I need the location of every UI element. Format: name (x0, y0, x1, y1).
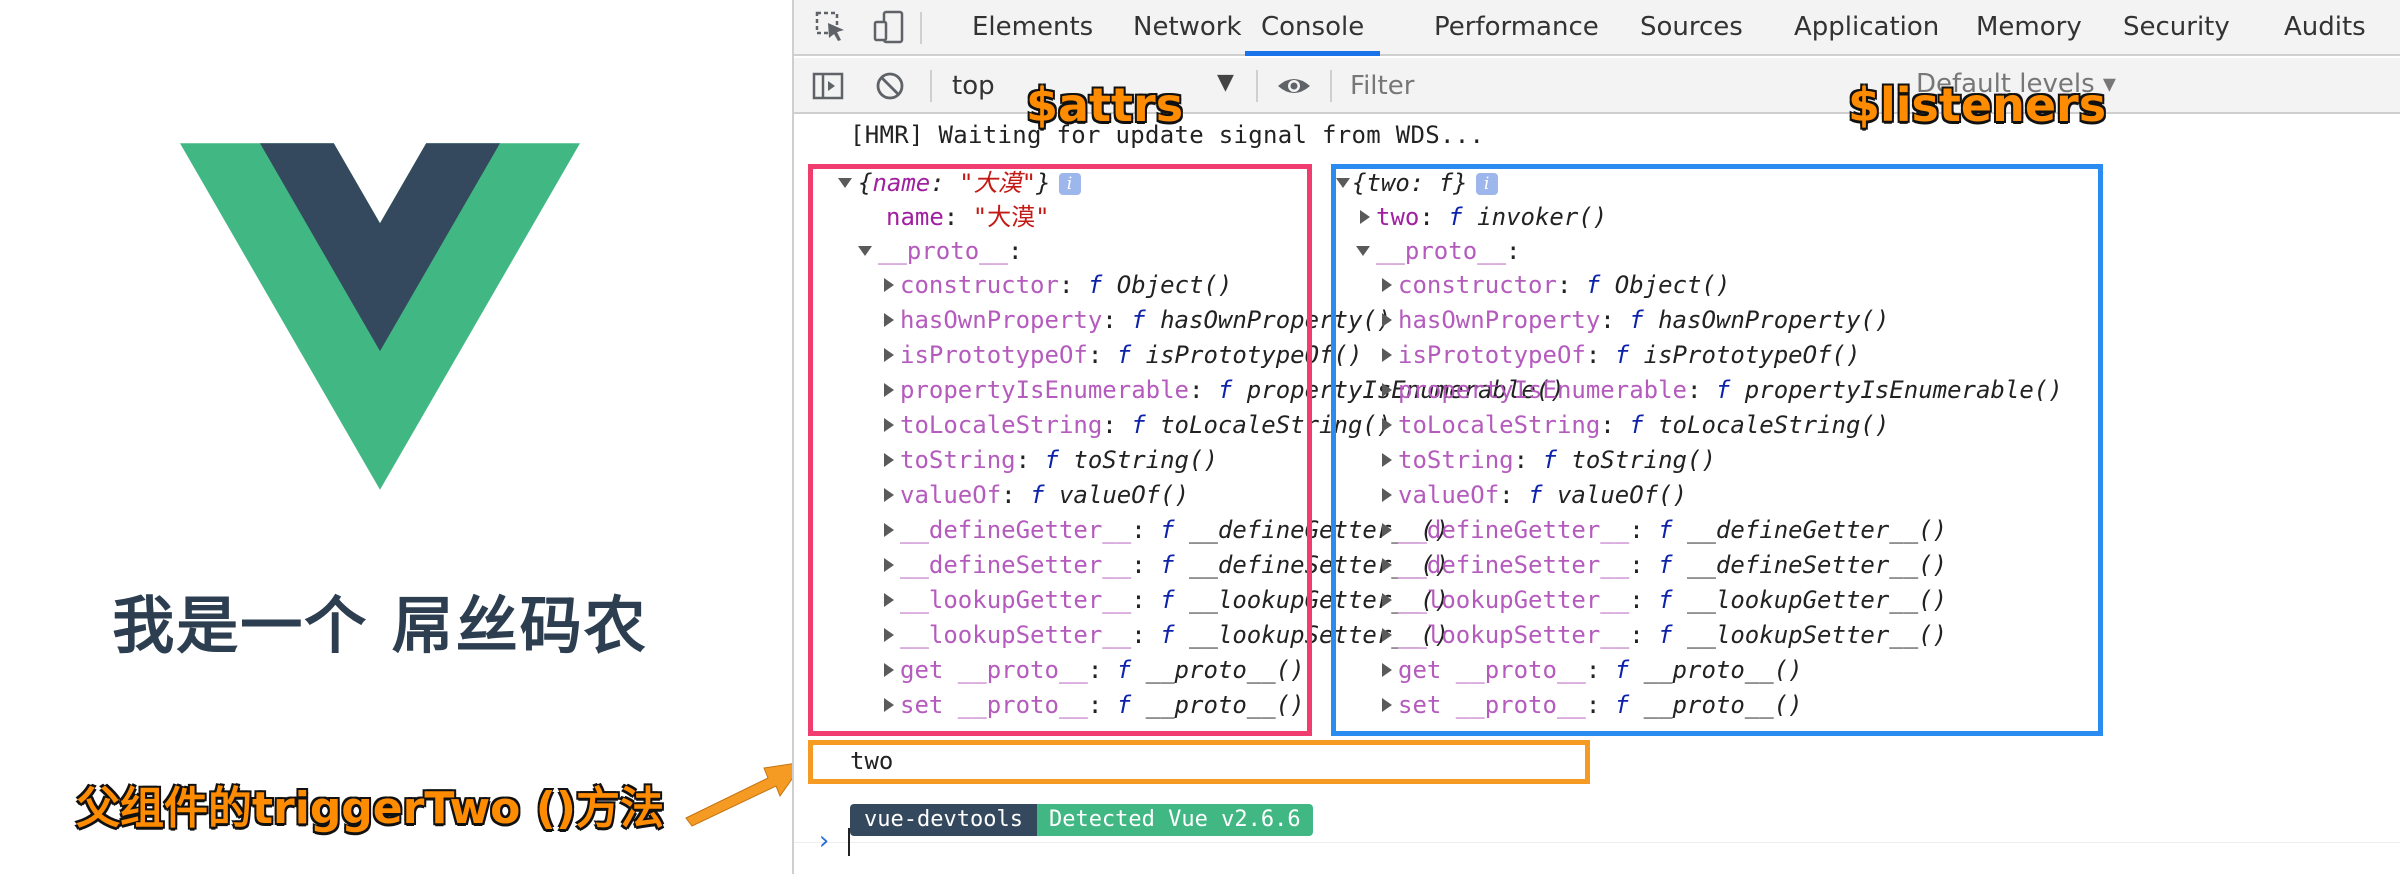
tab-console[interactable]: Console (1245, 0, 1381, 56)
tab-performance[interactable]: Performance (1434, 0, 1599, 56)
tab-memory[interactable]: Memory (1976, 0, 2082, 56)
clear-console-icon[interactable] (874, 70, 906, 102)
vue-logo (180, 143, 580, 490)
annotation-arrow-icon (685, 761, 806, 827)
two-output-highlight-box (808, 740, 1590, 784)
vue-devtools-badges: vue-devtools Detected Vue v2.6.6 (850, 804, 1313, 836)
app-view: 我是一个 屌丝码农 父组件的triggerTwo ()方法 (0, 0, 806, 874)
caption-trigger-method: 父组件的triggerTwo ()方法 (76, 783, 664, 834)
detected-vue-badge: Detected Vue v2.6.6 (1036, 804, 1313, 836)
toolbar-separator (930, 70, 932, 102)
prompt-chevron-icon: › (816, 826, 832, 856)
attrs-highlight-box (808, 164, 1312, 736)
toolbar-separator (1330, 70, 1332, 102)
tab-sources[interactable]: Sources (1640, 0, 1743, 56)
eye-icon[interactable] (1276, 70, 1312, 102)
app-title-text: 我是一个 屌丝码农 (112, 589, 648, 662)
tab-security[interactable]: Security (2123, 0, 2230, 56)
two-output-line: two (850, 747, 894, 775)
listeners-label: $listeners (1848, 78, 2107, 132)
attrs-label: $attrs (1026, 78, 1184, 132)
devtools-tabbar: Elements Network Console Performance Sou… (794, 0, 2400, 56)
tab-audits[interactable]: Audits (2284, 0, 2366, 56)
tab-elements[interactable]: Elements (972, 0, 1093, 56)
device-toolbar-icon[interactable] (872, 10, 906, 44)
vue-devtools-badge: vue-devtools (850, 804, 1037, 836)
filter-input[interactable] (1342, 66, 1862, 106)
tab-application[interactable]: Application (1794, 0, 1939, 56)
devtools-panel: Elements Network Console Performance Sou… (792, 0, 2400, 874)
tab-network[interactable]: Network (1133, 0, 1242, 56)
chevron-down-icon[interactable]: ▼ (1217, 70, 1234, 95)
sidebar-toggle-icon[interactable] (812, 70, 844, 102)
console-output: [HMR] Waiting for update signal from WDS… (794, 116, 2400, 874)
inspect-element-icon[interactable] (814, 10, 848, 44)
context-select[interactable]: top (952, 71, 995, 101)
listeners-highlight-box (1331, 164, 2103, 736)
tabbar-separator (920, 12, 922, 44)
prompt-divider (794, 842, 2400, 843)
console-prompt-input[interactable] (848, 828, 850, 856)
toolbar-separator (1256, 70, 1258, 102)
